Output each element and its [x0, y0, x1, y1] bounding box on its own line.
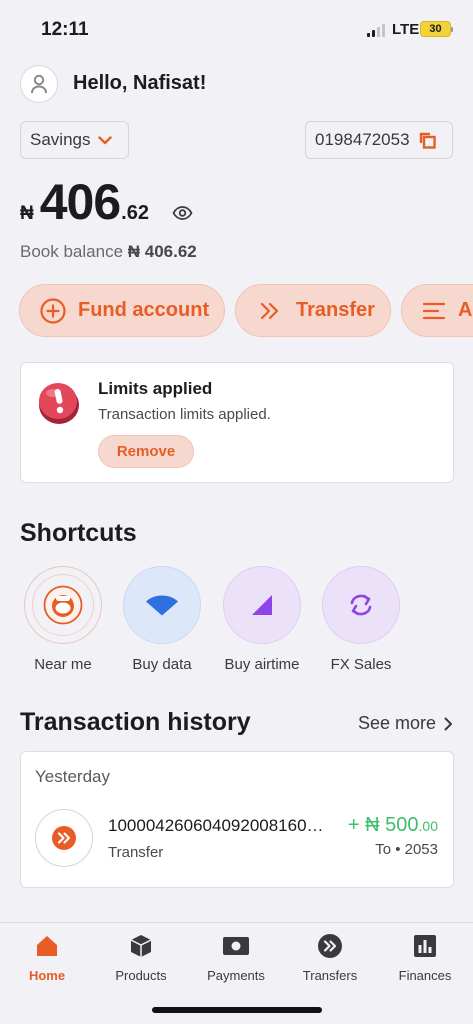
limits-title: Limits applied: [98, 379, 213, 398]
amount-currency: ₦: [365, 814, 380, 836]
avatar[interactable]: [20, 65, 58, 103]
tab-finances-label: Finances: [398, 968, 452, 983]
copy-icon: [419, 132, 436, 149]
amount-decimal: .00: [418, 818, 438, 834]
book-balance: Book balance ₦ 406.62: [20, 242, 197, 262]
account-number: 0198472053: [315, 130, 410, 149]
transfer-label: Transfer: [296, 299, 375, 321]
transaction-title: 100004260604092008160000: [108, 816, 332, 835]
tab-home-label: Home: [28, 968, 66, 983]
transaction-type: Transfer: [108, 844, 164, 861]
history-card: Yesterday 100004260604092008160000 Trans…: [20, 751, 454, 888]
book-balance-label: Book balance: [20, 242, 124, 261]
exchange-icon: [350, 594, 372, 616]
tab-products-label: Products: [115, 968, 167, 983]
bar-chart-icon: [414, 935, 436, 957]
cellular-signal-icon: [367, 24, 385, 37]
buy-airtime-circle: [223, 566, 301, 644]
chevron-right-icon: [444, 717, 453, 730]
tab-payments[interactable]: Payments: [191, 933, 281, 983]
double-chevron-icon: [260, 302, 279, 319]
tab-payments-label: Payments: [207, 968, 265, 983]
limits-card: Limits applied Transaction limits applie…: [20, 362, 454, 483]
more-action-button[interactable]: A: [401, 284, 473, 337]
chevron-down-icon: [98, 135, 113, 144]
amount-whole: 500: [385, 814, 419, 836]
shortcut-buy-data[interactable]: Buy data: [122, 566, 202, 673]
quick-actions: Fund account Transfer A: [19, 284, 473, 337]
battery-level: 30: [429, 23, 442, 35]
home-icon: [37, 936, 57, 956]
greeting: Hello, Nafisat!: [73, 72, 207, 94]
home-indicator: [152, 1007, 322, 1013]
limits-text: Transaction limits applied.: [98, 406, 271, 423]
near-me-label: Near me: [34, 656, 92, 673]
buy-airtime-label: Buy airtime: [224, 656, 300, 673]
fund-account-label: Fund account: [78, 299, 210, 321]
shortcut-near-me[interactable]: Near me: [23, 566, 103, 673]
transfer-icon: [52, 826, 76, 850]
near-me-circle: [24, 566, 102, 644]
account-number-copy[interactable]: 0198472053: [305, 121, 453, 159]
network-type: LTE: [392, 21, 420, 38]
remove-limits-button[interactable]: Remove: [98, 435, 194, 468]
shortcut-buy-airtime[interactable]: Buy airtime: [222, 566, 302, 673]
transaction-amount: + ₦ 500.00: [348, 814, 438, 837]
fund-account-button[interactable]: Fund account: [19, 284, 225, 337]
eye-icon[interactable]: [172, 206, 193, 220]
balance-whole: 406: [39, 174, 121, 230]
menu-lines-icon: [422, 302, 446, 319]
history-day: Yesterday: [35, 767, 110, 786]
alert-icon: [39, 383, 79, 424]
transfer-circle-icon: [318, 934, 342, 958]
transaction-icon: [35, 809, 93, 867]
balance-currency: ₦: [20, 203, 34, 224]
tab-finances[interactable]: Finances: [380, 933, 470, 983]
see-more-link[interactable]: See more: [358, 713, 453, 734]
more-action-label: A: [458, 299, 473, 321]
fx-sales-circle: [322, 566, 400, 644]
available-balance: ₦ 406 .62: [20, 173, 149, 231]
payment-card-icon: [223, 937, 249, 955]
tab-products[interactable]: Products: [96, 933, 186, 983]
tab-home[interactable]: Home: [2, 933, 92, 983]
user-icon: [31, 74, 47, 94]
history-title: Transaction history: [20, 708, 251, 736]
fx-sales-label: FX Sales: [330, 656, 392, 673]
tab-transfers-label: Transfers: [302, 968, 358, 983]
status-time: 12:11: [41, 19, 89, 40]
book-balance-value: ₦ 406.62: [127, 242, 197, 261]
buy-data-label: Buy data: [132, 656, 192, 673]
box-icon: [130, 935, 152, 957]
tab-transfers[interactable]: Transfers: [285, 933, 375, 983]
shortcut-fx-sales[interactable]: FX Sales: [321, 566, 401, 673]
buy-data-circle: [123, 566, 201, 644]
signal-triangle-icon: [252, 595, 272, 615]
account-type-dropdown[interactable]: Savings: [20, 121, 129, 159]
status-bar: 12:11 LTE 30: [0, 0, 473, 60]
account-type-label: Savings: [30, 130, 91, 149]
plus-circle-icon: [40, 297, 66, 324]
balance-decimal: .62: [121, 202, 149, 224]
location-face-icon: [43, 585, 83, 625]
amount-sign: +: [347, 814, 360, 836]
transaction-subtitle: To • 2053: [375, 841, 438, 858]
battery-icon: 30: [420, 21, 453, 37]
see-more-label: See more: [358, 713, 437, 733]
transfer-button[interactable]: Transfer: [235, 284, 391, 337]
wifi-icon: [146, 595, 178, 616]
shortcuts-title: Shortcuts: [20, 519, 137, 547]
